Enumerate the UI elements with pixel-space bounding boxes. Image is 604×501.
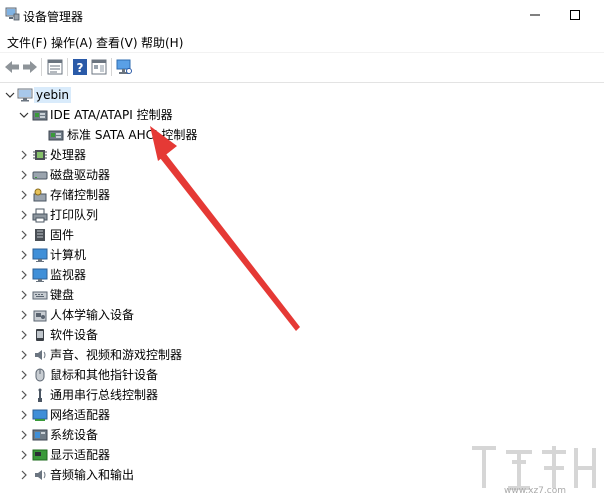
help-icon[interactable]: ? [71, 58, 89, 76]
view-icon[interactable] [90, 58, 108, 76]
watermark-text: www.xz7.com [504, 486, 566, 496]
title-bar: 设备管理器 [0, 0, 604, 30]
arrow-shaft [160, 154, 300, 331]
maximize-icon [570, 10, 580, 20]
window-title: 设备管理器 [23, 10, 84, 24]
arrow-head [150, 126, 177, 161]
menu-bar: 文件(F) 操作(A) 查看(V) 帮助(H) [0, 31, 604, 51]
svg-text:?: ? [77, 61, 84, 75]
device-manager-icon [5, 7, 20, 21]
menu-view[interactable]: 查看(V) [96, 34, 138, 51]
back-arrow-icon[interactable] [3, 58, 21, 76]
toolbar-separator [41, 58, 42, 76]
menu-file[interactable]: 文件(F) [7, 34, 47, 51]
maximize-button[interactable] [552, 0, 598, 30]
toolbar: ? [0, 52, 604, 83]
properties-icon[interactable] [46, 58, 64, 76]
menu-help[interactable]: 帮助(H) [141, 34, 183, 51]
minimize-icon [530, 14, 540, 16]
scan-hardware-icon[interactable] [115, 58, 133, 76]
toolbar-separator [67, 58, 68, 76]
toolbar-separator [111, 58, 112, 76]
forward-arrow-icon[interactable] [21, 58, 39, 76]
menu-action[interactable]: 操作(A) [51, 34, 93, 51]
